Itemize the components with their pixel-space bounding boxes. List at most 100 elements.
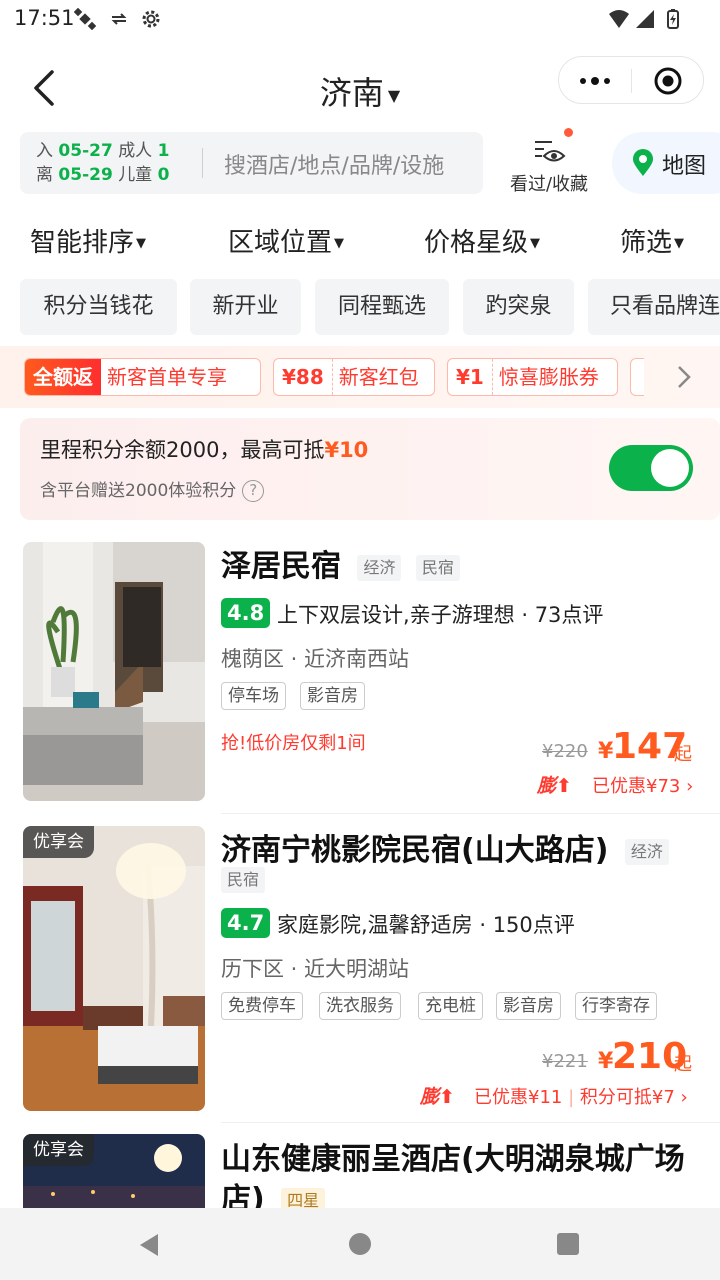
battery-icon xyxy=(667,9,679,29)
discount-text: 已优惠¥73 xyxy=(592,776,681,797)
checkin-date: 05-27 xyxy=(58,141,113,161)
review-summary: 上下双层设计,亲子游理想 · 73点评 xyxy=(277,603,604,627)
promo-red-packet[interactable]: ¥88 新客红包 xyxy=(273,358,435,396)
filter-area[interactable]: 区域位置 ▼ xyxy=(228,222,344,259)
nav-home-icon[interactable] xyxy=(348,1232,372,1256)
facility-tag: 洗衣服务 xyxy=(319,992,401,1020)
checkout-label: 离 xyxy=(36,165,53,185)
points-card: 里程积分余额2000，最高可抵¥10 含平台赠送2000体验积分? xyxy=(20,418,720,520)
adults-label: 成人 xyxy=(118,141,153,161)
caret-down-icon: ▼ xyxy=(530,236,541,251)
checkout-date: 05-29 xyxy=(58,165,113,185)
hotel-name-text: 济南宁桃影院民宿(山大路店) xyxy=(221,833,609,868)
promo-tag: 全额返 xyxy=(25,359,101,395)
promo-more-partial[interactable] xyxy=(630,358,644,396)
hotel-name-text: 泽居民宿 xyxy=(221,549,341,584)
points-deduct-text: 积分可抵¥7 xyxy=(579,1087,675,1108)
map-label: 地图 xyxy=(662,154,707,179)
facility-tag: 停车场 xyxy=(221,682,286,710)
adults-count: 1 xyxy=(157,141,170,161)
urgency-label: 抢!低价房仅剩1间 xyxy=(221,733,366,754)
status-bar: 17:51 xyxy=(0,0,720,40)
filter-sort[interactable]: 智能排序 ▼ xyxy=(30,222,146,259)
search-box[interactable]: 入 05-27 成人 1 离 05-29 儿童 0 搜酒店/地点/品牌/设施 xyxy=(20,132,483,194)
hotel-location: 历下区 · 近大明湖站 xyxy=(221,957,410,981)
children-label: 儿童 xyxy=(118,165,153,185)
facility-tag: 影音房 xyxy=(496,992,561,1020)
chevron-right-icon: › xyxy=(674,1087,688,1108)
original-price: ¥220 xyxy=(542,741,588,762)
close-target-icon[interactable] xyxy=(653,66,683,96)
favorites-label: 看过/收藏 xyxy=(509,174,589,195)
facility-tag: 行李寄存 xyxy=(575,992,657,1020)
hotel-image[interactable]: 优享会 xyxy=(23,826,205,1111)
history-favorites-button[interactable]: 看过/收藏 xyxy=(500,128,598,198)
map-pin-icon xyxy=(633,149,653,176)
filter-label: 智能排序 xyxy=(30,228,135,258)
city-selector[interactable]: 济南 ▼ xyxy=(300,68,420,114)
system-navigation-bar xyxy=(0,1208,720,1280)
card-divider xyxy=(221,813,720,814)
sync-icon xyxy=(111,13,127,25)
hotel-type-tag: 民宿 xyxy=(221,867,266,893)
chip-new-open[interactable]: 新开业 xyxy=(190,279,301,335)
caret-down-icon: ▼ xyxy=(334,236,345,251)
price-from-label: 起 xyxy=(674,744,692,765)
points-main-text: 里程积分余额2000，最高可抵¥10 xyxy=(40,434,368,464)
points-deduct-amount: ¥10 xyxy=(324,438,369,462)
points-sub-text: 含平台赠送2000体验积分? xyxy=(40,476,265,502)
promo-strip: 全额返 新客首单专享 ¥88 新客红包 ¥1 惊喜膨胀券 xyxy=(0,346,720,408)
signal-icon xyxy=(636,10,654,28)
hotel-photo-cinema xyxy=(23,826,205,1111)
back-arrow-icon[interactable] xyxy=(28,68,64,108)
chip-selected[interactable]: 同程甄选 xyxy=(315,279,449,335)
expand-label: 膨 xyxy=(537,775,557,797)
filter-price-star[interactable]: 价格星级 ▼ xyxy=(424,222,540,259)
points-toggle[interactable] xyxy=(609,445,693,491)
mini-program-capsule xyxy=(558,56,704,104)
notification-dot xyxy=(564,128,573,137)
nav-recents-icon[interactable] xyxy=(556,1232,580,1256)
expand-coupon-icon: 膨⬆ xyxy=(420,1086,455,1108)
filter-label: 区域位置 xyxy=(228,228,333,258)
status-time: 17:51 xyxy=(14,6,75,30)
date-guest-block[interactable]: 入 05-27 成人 1 离 05-29 儿童 0 xyxy=(36,139,186,187)
caret-down-icon: ▼ xyxy=(387,85,401,105)
discount-link[interactable]: 已优惠¥73 › xyxy=(592,772,693,798)
hotel-tag-row: 民宿 xyxy=(221,867,266,893)
hotel-location: 槐荫区 · 近济南西站 xyxy=(221,647,410,671)
facility-tag: 影音房 xyxy=(300,682,365,710)
hotel-type-tag: 民宿 xyxy=(415,554,460,581)
chip-brand-chain[interactable]: 只看品牌连锁 xyxy=(588,279,720,335)
filter-label: 筛选 xyxy=(620,228,673,258)
chip-points[interactable]: 积分当钱花 xyxy=(20,279,177,335)
hotel-name[interactable]: 济南宁桃影院民宿(山大路店) 经济 xyxy=(221,831,669,871)
checkin-label: 入 xyxy=(36,141,53,161)
rating-badge: 4.7 xyxy=(221,908,271,938)
eye-icon xyxy=(535,141,566,162)
promo-full-refund[interactable]: 全额返 新客首单专享 xyxy=(24,358,261,396)
promo-text: 新客红包 xyxy=(331,359,429,395)
more-icon[interactable] xyxy=(579,71,611,91)
promo-tag: ¥88 xyxy=(282,365,324,389)
hotel-name[interactable]: 泽居民宿 经济 民宿 xyxy=(221,547,460,587)
rating-badge: 4.8 xyxy=(221,598,271,628)
toggle-knob xyxy=(651,449,689,487)
promo-tag: ¥1 xyxy=(456,365,484,389)
hotel-image[interactable]: 优享会 xyxy=(23,1134,205,1208)
chip-baotu-spring[interactable]: 趵突泉 xyxy=(463,279,574,335)
satellite-icon xyxy=(74,8,96,30)
hotel-photo-duplex xyxy=(23,542,205,801)
map-button[interactable]: 地图 xyxy=(612,132,720,194)
nav-back-icon[interactable] xyxy=(136,1232,162,1258)
question-icon[interactable]: ? xyxy=(242,480,265,502)
expand-label: 膨 xyxy=(420,1086,440,1108)
promo-surprise-coupon[interactable]: ¥1 惊喜膨胀券 xyxy=(447,358,618,396)
filter-more[interactable]: 筛选 ▼ xyxy=(620,222,684,259)
capsule-divider xyxy=(631,69,632,93)
hotel-image[interactable] xyxy=(23,542,205,801)
search-input[interactable]: 搜酒店/地点/品牌/设施 xyxy=(224,148,444,180)
discount-link[interactable]: 已优惠¥11 | 积分可抵¥7 › xyxy=(474,1083,688,1109)
chevron-right-icon[interactable] xyxy=(670,362,698,392)
vip-badge: 优享会 xyxy=(23,826,94,858)
